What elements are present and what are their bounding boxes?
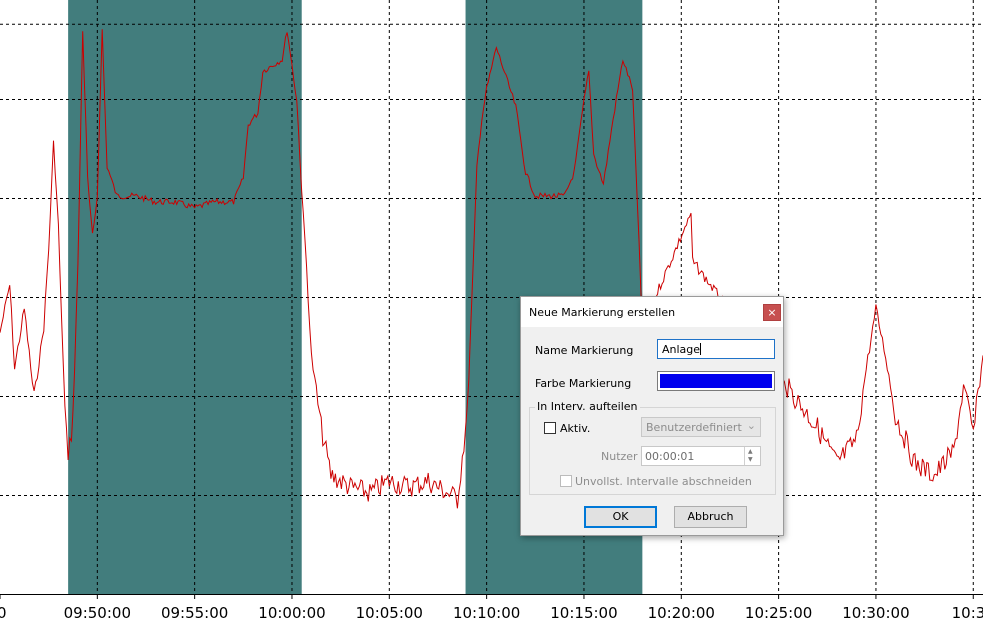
x-tick-label: 09:55:00 (161, 604, 228, 622)
name-value: Anlage (662, 343, 701, 356)
x-tick-label: 10:20:00 (648, 604, 715, 622)
interval-mode-value: Benutzerdefiniert (646, 421, 742, 434)
cancel-button[interactable]: Abbruch (674, 506, 747, 528)
user-interval-stepper[interactable]: 00:00:01 ▲ ▼ (641, 446, 761, 466)
new-marker-dialog[interactable]: Neue Markierung erstellen × Name Markier… (520, 296, 784, 536)
name-input[interactable]: Anlage (657, 339, 775, 359)
dialog-title: Neue Markierung erstellen (529, 306, 676, 319)
user-interval-value: 00:00:01 (645, 450, 695, 463)
close-icon: × (767, 306, 777, 319)
stepper-up-icon[interactable]: ▲ (748, 449, 753, 455)
ok-button[interactable]: OK (584, 506, 657, 528)
name-label: Name Markierung (535, 344, 634, 357)
x-tick-label: 10:00:00 (258, 604, 325, 622)
active-checkbox[interactable] (544, 422, 556, 434)
stepper-down-icon[interactable]: ▼ (748, 457, 753, 463)
color-picker[interactable] (657, 371, 775, 391)
color-swatch (660, 374, 772, 388)
incomplete-label: Unvollst. Intervalle abschneiden (575, 475, 752, 488)
x-tick-label: 0 (0, 604, 7, 622)
user-label: Nutzer (601, 450, 638, 463)
stepper-arrows[interactable]: ▲ ▼ (744, 447, 760, 465)
color-label: Farbe Markierung (535, 377, 632, 390)
active-label: Aktiv. (560, 422, 591, 435)
close-button[interactable]: × (763, 304, 781, 321)
x-tick-label: 10:15:00 (550, 604, 617, 622)
x-tick-label: 10:30:00 (842, 604, 909, 622)
x-tick-label: 10:35 (952, 604, 983, 622)
x-tick-label: 09:50:00 (64, 604, 131, 622)
incomplete-checkbox[interactable] (560, 475, 572, 487)
chevron-down-icon: ⌄ (746, 419, 756, 432)
x-tick-label: 10:25:00 (745, 604, 812, 622)
x-tick-label: 10:10:00 (453, 604, 520, 622)
text-caret (700, 343, 702, 355)
dialog-titlebar[interactable]: Neue Markierung erstellen × (521, 297, 783, 327)
interval-mode-select[interactable]: Benutzerdefiniert ⌄ (641, 417, 761, 437)
x-tick-label: 10:05:00 (356, 604, 423, 622)
x-axis: 0 09:50:00 09:55:00 10:00:00 10:05:00 10:10:0… (0, 594, 983, 622)
chart[interactable]: 0 09:50:00 09:55:00 10:00:00 10:05:00 10:10:0… (0, 0, 983, 625)
interval-group-label: In Interv. aufteilen (535, 400, 640, 413)
